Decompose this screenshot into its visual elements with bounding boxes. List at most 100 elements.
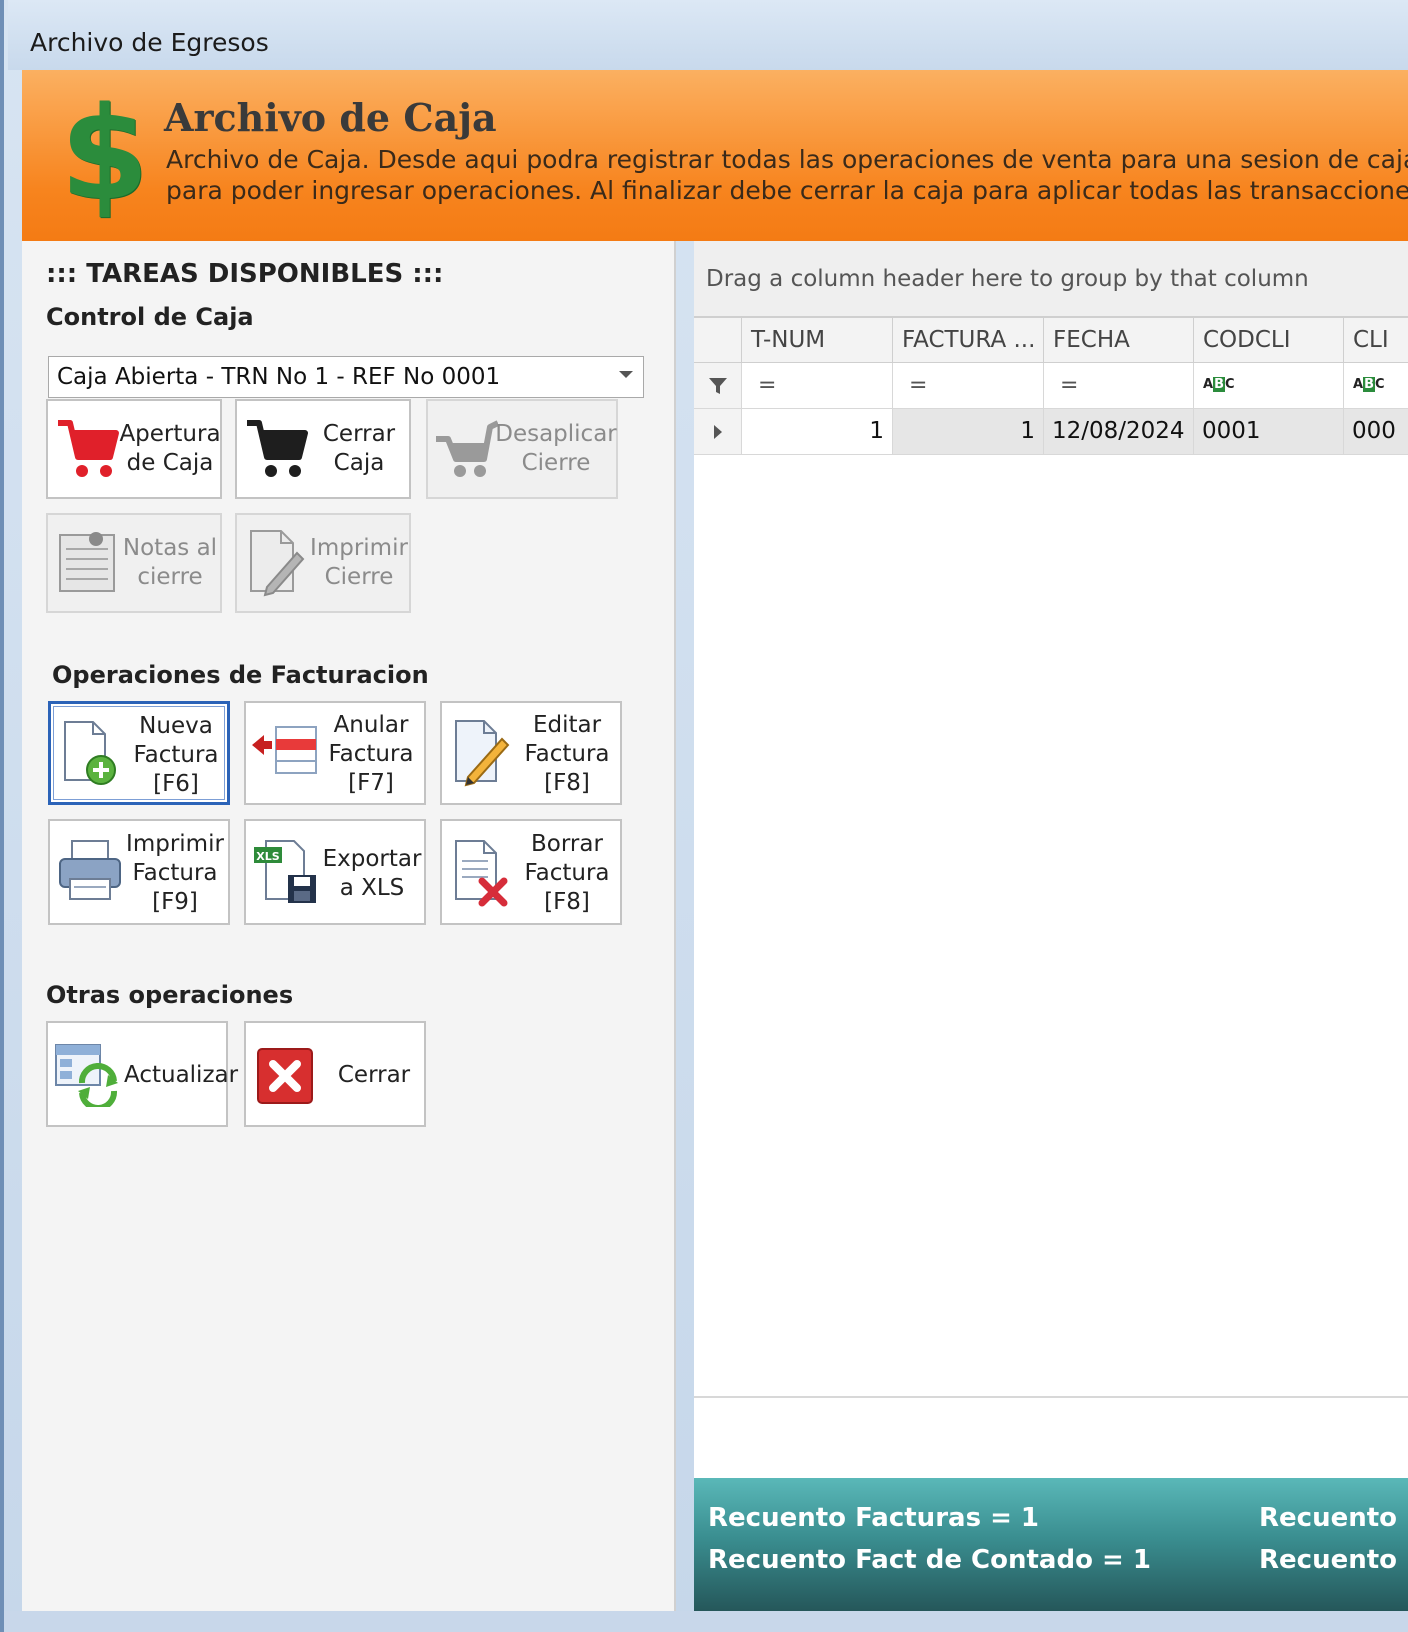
svg-text:XLS: XLS bbox=[256, 850, 279, 863]
notas-cierre-label: Notas al cierre bbox=[122, 535, 218, 590]
cerrar-caja-button[interactable]: Cerrar Caja bbox=[235, 399, 411, 499]
banner-description-line1: Archivo de Caja. Desde aqui podra regist… bbox=[166, 145, 1408, 174]
delete-row-icon bbox=[252, 726, 317, 774]
document-edit-icon bbox=[250, 530, 305, 597]
column-header-label: CODCLI bbox=[1203, 327, 1291, 353]
cell-value: 1 bbox=[869, 418, 884, 444]
printer-icon bbox=[59, 840, 121, 900]
cell-value: 12/08/2024 bbox=[1052, 418, 1185, 444]
filter-cell-factura[interactable]: = bbox=[893, 363, 1044, 409]
column-header-factura[interactable]: FACTURA ... bbox=[893, 318, 1044, 363]
column-header-fecha[interactable]: FECHA bbox=[1044, 318, 1194, 363]
recuento-facturas: Recuento Facturas = 1 bbox=[708, 1503, 1040, 1533]
imprimir-cierre-button[interactable]: Imprimir Cierre bbox=[235, 513, 411, 613]
window-bottom-border bbox=[4, 1611, 1408, 1632]
recuento-contado: Recuento Fact de Contado = 1 bbox=[708, 1545, 1151, 1575]
text-filter-icon: ABC bbox=[1353, 377, 1385, 392]
cerrar-label: Cerrar bbox=[337, 1062, 411, 1088]
column-header-tnum[interactable]: T-NUM bbox=[742, 318, 893, 363]
cell-fecha[interactable]: 12/08/2024 bbox=[1044, 409, 1194, 455]
editar-factura-button[interactable]: Editar Factura [F8] bbox=[440, 701, 622, 805]
invoices-grid: Drag a column header here to group by th… bbox=[694, 241, 1408, 1611]
imprimir-factura-label: Imprimir Factura [F9] bbox=[126, 831, 224, 915]
desaplicar-cierre-button[interactable]: Desaplicar Cierre bbox=[426, 399, 618, 499]
recuento-right-2: Recuento Fa bbox=[1259, 1545, 1408, 1575]
editar-factura-label: Editar Factura [F8] bbox=[524, 712, 610, 796]
exportar-xls-label: Exportar a XLS bbox=[322, 846, 422, 901]
filter-cell-codcli[interactable]: ABC bbox=[1194, 363, 1344, 409]
filter-row-indicator bbox=[694, 363, 742, 409]
column-header-label: T-NUM bbox=[751, 327, 826, 353]
app-window: Archivo de Egresos $ Archivo de Caja Arc… bbox=[0, 0, 1408, 1632]
nueva-factura-label: Nueva Factura [F6] bbox=[133, 713, 219, 797]
equals-icon: = bbox=[1060, 373, 1079, 398]
banner-title: Archivo de Caja bbox=[164, 95, 497, 140]
group-panel[interactable]: Drag a column header here to group by th… bbox=[694, 241, 1408, 318]
header-banner: $ Archivo de Caja Archivo de Caja. Desde… bbox=[22, 70, 1408, 241]
filter-cell-cli[interactable]: ABC bbox=[1344, 363, 1408, 409]
cerrar-button[interactable]: Cerrar bbox=[244, 1021, 426, 1127]
borrar-factura-label: Borrar Factura [F8] bbox=[524, 831, 610, 915]
filter-cell-tnum[interactable]: = bbox=[742, 363, 893, 409]
cell-codcli[interactable]: 0001 bbox=[1194, 409, 1344, 455]
column-header-codcli[interactable]: CODCLI bbox=[1194, 318, 1344, 363]
caja-combo[interactable]: Caja Abierta - TRN No 1 - REF No 0001 bbox=[48, 356, 644, 398]
summary-panel: Recuento Facturas = 1 Recuento Fact de C… bbox=[694, 1478, 1408, 1611]
borrar-factura-button[interactable]: Borrar Factura [F8] bbox=[440, 819, 622, 925]
row-pointer-icon bbox=[714, 425, 722, 439]
otras-operaciones-title: Otras operaciones bbox=[46, 981, 294, 1009]
equals-icon: = bbox=[758, 373, 777, 398]
column-header-label: FECHA bbox=[1053, 327, 1130, 353]
equals-icon: = bbox=[909, 373, 928, 398]
column-header-label: FACTURA ... bbox=[902, 327, 1036, 353]
edit-document-icon bbox=[455, 720, 510, 787]
close-icon bbox=[257, 1048, 313, 1104]
group-panel-text: Drag a column header here to group by th… bbox=[706, 266, 1309, 292]
recuento-right-1: Recuento Fa bbox=[1259, 1503, 1408, 1533]
header-indicator bbox=[694, 318, 742, 363]
cerrar-caja-label: Cerrar Caja bbox=[322, 421, 396, 476]
anular-factura-button[interactable]: Anular Factura [F7] bbox=[244, 701, 426, 805]
filter-icon bbox=[709, 378, 727, 394]
cell-value: 1 bbox=[1020, 418, 1035, 444]
dollar-icon: $ bbox=[60, 80, 150, 229]
actualizar-label: Actualizar bbox=[124, 1062, 239, 1088]
delete-document-icon bbox=[455, 840, 508, 907]
cell-factura[interactable]: 1 bbox=[893, 409, 1044, 455]
tasks-heading: ::: TAREAS DISPONIBLES ::: bbox=[46, 259, 444, 289]
exportar-xls-button[interactable]: XLS Exportar a XLS bbox=[244, 819, 426, 925]
window-title: Archivo de Egresos bbox=[30, 28, 269, 57]
chevron-down-icon[interactable] bbox=[619, 371, 633, 378]
anular-factura-label: Anular Factura [F7] bbox=[328, 712, 414, 796]
banner-description-line2: para poder ingresar operaciones. Al fina… bbox=[166, 176, 1408, 205]
tasks-panel: ::: TAREAS DISPONIBLES ::: Control de Ca… bbox=[22, 241, 676, 1611]
control-caja-title: Control de Caja bbox=[46, 303, 254, 331]
banner-description: Archivo de Caja. Desde aqui podra regist… bbox=[166, 144, 1408, 206]
new-document-icon bbox=[64, 721, 116, 785]
cell-tnum[interactable]: 1 bbox=[742, 409, 893, 455]
export-xls-icon: XLS bbox=[254, 840, 316, 903]
facturacion-title: Operaciones de Facturacion bbox=[52, 661, 429, 689]
cell-value: 000 bbox=[1352, 418, 1396, 444]
column-header-label: CLI bbox=[1353, 327, 1389, 353]
cell-cli[interactable]: 000 bbox=[1344, 409, 1408, 455]
title-bar[interactable]: Archivo de Egresos bbox=[8, 0, 1408, 70]
cart-red-icon bbox=[58, 420, 119, 477]
imprimir-factura-button[interactable]: Imprimir Factura [F9] bbox=[48, 819, 230, 925]
apertura-caja-button[interactable]: Apertura de Caja bbox=[46, 399, 222, 499]
actualizar-button[interactable]: Actualizar bbox=[46, 1021, 239, 1127]
caja-combo-value: Caja Abierta - TRN No 1 - REF No 0001 bbox=[57, 364, 501, 390]
notas-cierre-button[interactable]: Notas al cierre bbox=[46, 513, 222, 613]
column-header-cli[interactable]: CLI bbox=[1344, 318, 1408, 363]
notepad-icon bbox=[59, 532, 115, 592]
text-filter-icon: ABC bbox=[1203, 377, 1235, 392]
cart-black-icon bbox=[247, 420, 308, 477]
refresh-icon bbox=[55, 1044, 118, 1107]
cart-gray-icon bbox=[436, 420, 498, 477]
cell-value: 0001 bbox=[1202, 418, 1261, 444]
filter-cell-fecha[interactable]: = bbox=[1044, 363, 1194, 409]
desaplicar-cierre-label: Desaplicar Cierre bbox=[495, 421, 617, 476]
imprimir-cierre-label: Imprimir Cierre bbox=[310, 535, 408, 590]
row-indicator[interactable] bbox=[694, 409, 742, 455]
nueva-factura-button[interactable]: Nueva Factura [F6] bbox=[48, 701, 230, 805]
